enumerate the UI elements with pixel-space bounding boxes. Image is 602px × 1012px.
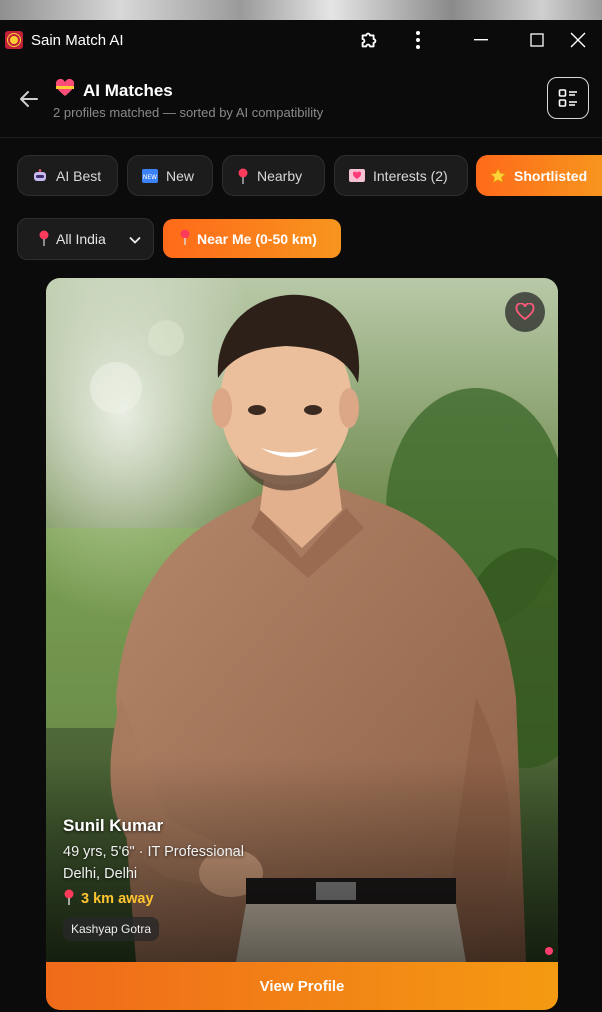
gotra-badge: Kashyap Gotra <box>63 917 160 941</box>
profile-info: Sunil Kumar 49 yrs, 5'6" · IT Profession… <box>63 816 244 941</box>
svg-text:NEW: NEW <box>143 174 157 181</box>
filter-chip-label: Nearby <box>257 167 303 184</box>
star-icon <box>490 167 506 184</box>
profile-distance: 3 km away <box>63 889 244 909</box>
filter-chip-label: Interests (2) <box>373 167 448 184</box>
profile-location: Delhi, Delhi <box>63 866 138 882</box>
distance-text: 3 km away <box>81 891 154 907</box>
robot-icon <box>32 168 48 184</box>
filter-chip-interests[interactable]: Interests (2) <box>334 155 468 196</box>
filter-chip-nearby[interactable]: Nearby <box>222 155 325 196</box>
app-title: Sain Match AI <box>31 31 124 49</box>
favorite-heart-button[interactable] <box>505 292 545 332</box>
filter-chip-label: AI Best <box>56 167 102 184</box>
filter-chip-new[interactable]: NEW New <box>127 155 213 196</box>
region-select[interactable]: All India <box>17 218 154 260</box>
extensions-icon[interactable] <box>346 20 392 60</box>
desktop-wallpaper-strip <box>0 0 602 20</box>
view-profile-button[interactable]: View Profile <box>46 962 558 1010</box>
pin-icon <box>237 168 249 184</box>
filter-chip-shortlisted[interactable]: Shortlisted <box>476 155 602 196</box>
heart-ribbon-icon <box>55 78 75 102</box>
profile-details: 49 yrs, 5'6" · IT Professional <box>63 844 244 860</box>
more-menu-icon[interactable] <box>395 20 441 60</box>
minimize-button[interactable] <box>458 20 504 60</box>
new-badge-icon: NEW <box>142 168 158 183</box>
pin-icon <box>179 229 191 248</box>
page-title: AI Matches <box>83 80 173 100</box>
page-header: AI Matches 2 profiles matched — sorted b… <box>0 60 602 138</box>
near-me-label: Near Me (0-50 km) <box>197 230 317 247</box>
pin-icon <box>38 230 50 249</box>
window-titlebar: Sain Match AI <box>0 20 602 60</box>
list-view-toggle-icon[interactable] <box>547 77 589 119</box>
filter-chip-label: New <box>166 167 195 184</box>
app-logo-icon <box>5 31 23 49</box>
heart-letter-icon <box>349 169 365 182</box>
near-me-button[interactable]: Near Me (0-50 km) <box>163 219 341 258</box>
maximize-button[interactable] <box>514 20 560 60</box>
profile-name: Sunil Kumar <box>63 816 164 835</box>
online-status-dot <box>545 947 553 955</box>
close-button[interactable] <box>570 20 602 60</box>
filter-chip-label: Shortlisted <box>514 167 588 184</box>
profile-card[interactable]: Sunil Kumar 49 yrs, 5'6" · IT Profession… <box>46 278 558 1010</box>
page-subtitle: 2 profiles matched — sorted by AI compat… <box>53 105 324 120</box>
heart-outline-icon <box>515 303 535 321</box>
filter-chip-ai-best[interactable]: AI Best <box>17 155 118 196</box>
back-arrow-icon[interactable] <box>16 86 42 112</box>
pin-icon <box>63 889 75 909</box>
chevron-down-icon <box>129 231 141 247</box>
region-select-value: All India <box>56 231 106 247</box>
